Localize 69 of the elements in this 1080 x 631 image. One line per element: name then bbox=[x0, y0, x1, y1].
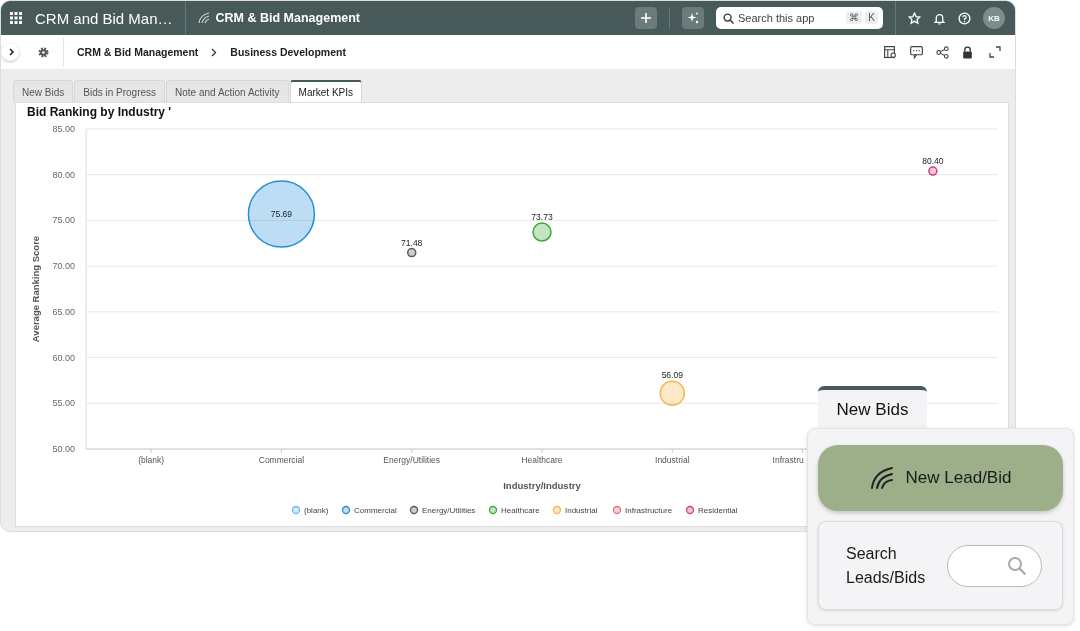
y-tick-label: 55.00 bbox=[52, 398, 75, 409]
legend-label[interactable]: Industrial bbox=[565, 506, 598, 515]
module-title: CRM & Bid Management bbox=[215, 11, 360, 25]
x-tick-label: Infrastru bbox=[772, 455, 804, 465]
chevron-icon bbox=[8, 48, 15, 56]
legend-label[interactable]: Healthcare bbox=[501, 506, 540, 515]
x-tick-label: Industrial bbox=[655, 455, 690, 465]
data-label: 73.73 bbox=[531, 212, 553, 223]
search-icon bbox=[723, 13, 734, 24]
legend-label[interactable]: Commercial bbox=[354, 506, 397, 515]
breadcrumb-link[interactable]: Business Development bbox=[230, 46, 346, 58]
legend-label[interactable]: Infrastructure bbox=[625, 506, 673, 515]
search-label: Search Leads/Bids bbox=[846, 543, 927, 588]
app-grid-icon[interactable] bbox=[10, 12, 22, 24]
app-name: CRM and Bid Man… bbox=[35, 9, 173, 27]
settings-icon[interactable] bbox=[37, 45, 50, 59]
x-tick-label: Healthcare bbox=[521, 455, 563, 465]
plus-icon bbox=[641, 13, 651, 23]
signal-arcs-icon bbox=[197, 12, 210, 24]
bell-icon[interactable] bbox=[933, 11, 946, 25]
x-tick-label: (blank) bbox=[138, 455, 165, 465]
y-tick-label: 80.00 bbox=[52, 169, 75, 180]
chevron-icon bbox=[211, 47, 218, 57]
search-icon bbox=[1007, 555, 1027, 576]
shortcut-key: ⌘ bbox=[846, 11, 863, 24]
y-tick-label: 75.00 bbox=[52, 215, 75, 226]
bubble[interactable] bbox=[532, 222, 552, 242]
star-icon[interactable] bbox=[908, 11, 921, 25]
y-axis-title: Average Ranking Score bbox=[30, 235, 41, 343]
lock-icon[interactable] bbox=[962, 45, 973, 59]
data-label: 71.48 bbox=[401, 237, 423, 248]
data-label: 56.09 bbox=[661, 370, 683, 381]
bubble[interactable] bbox=[247, 180, 316, 248]
x-axis-title: Industry/Industry bbox=[503, 480, 581, 491]
new-lead-button[interactable]: New Lead/Bid bbox=[818, 445, 1063, 511]
help-icon[interactable] bbox=[958, 11, 971, 25]
expand-sidebar-button[interactable] bbox=[1, 43, 19, 61]
chart-title: Bid Ranking by Industry ' bbox=[27, 105, 172, 119]
user-avatar[interactable]: KB bbox=[983, 7, 1005, 29]
y-tick-label: 50.00 bbox=[52, 444, 75, 454]
legend-label[interactable]: Residential bbox=[698, 506, 738, 515]
y-tick-label: 60.00 bbox=[52, 352, 75, 363]
add-button[interactable] bbox=[635, 7, 657, 29]
tab[interactable]: New Bids bbox=[13, 80, 74, 102]
expand-icon[interactable] bbox=[989, 46, 1001, 58]
shortcut-key: K bbox=[865, 11, 878, 24]
comment-icon[interactable] bbox=[910, 45, 923, 59]
x-tick-label: Commercial bbox=[258, 455, 305, 465]
data-label: 75.69 bbox=[270, 209, 293, 220]
signal-arcs-icon bbox=[869, 466, 894, 490]
search-input[interactable] bbox=[947, 544, 1042, 587]
legend-label[interactable]: Energy/Utilities bbox=[422, 506, 476, 515]
x-tick-label: Energy/Utilities bbox=[383, 455, 441, 465]
y-tick-label: 70.00 bbox=[52, 261, 75, 272]
y-tick-label: 65.00 bbox=[52, 306, 75, 317]
bubble[interactable] bbox=[406, 247, 417, 258]
sparkle-icon bbox=[687, 12, 699, 24]
bubble[interactable] bbox=[928, 166, 938, 176]
data-label: 80.40 bbox=[922, 156, 944, 167]
tab[interactable]: Note and Action Activity bbox=[166, 80, 289, 102]
share-icon[interactable] bbox=[936, 45, 949, 59]
sparkle-button[interactable] bbox=[682, 7, 704, 29]
y-tick-label: 85.00 bbox=[52, 124, 75, 134]
legend-label[interactable]: (blank) bbox=[304, 506, 329, 515]
tab[interactable]: Market KPIs bbox=[289, 80, 363, 102]
panel-tab[interactable]: New Bids bbox=[818, 386, 927, 430]
breadcrumb-link[interactable]: CRM & Bid Management bbox=[77, 46, 199, 58]
table-search-icon[interactable] bbox=[884, 45, 897, 59]
tab[interactable]: Bids in Progress bbox=[74, 80, 166, 102]
